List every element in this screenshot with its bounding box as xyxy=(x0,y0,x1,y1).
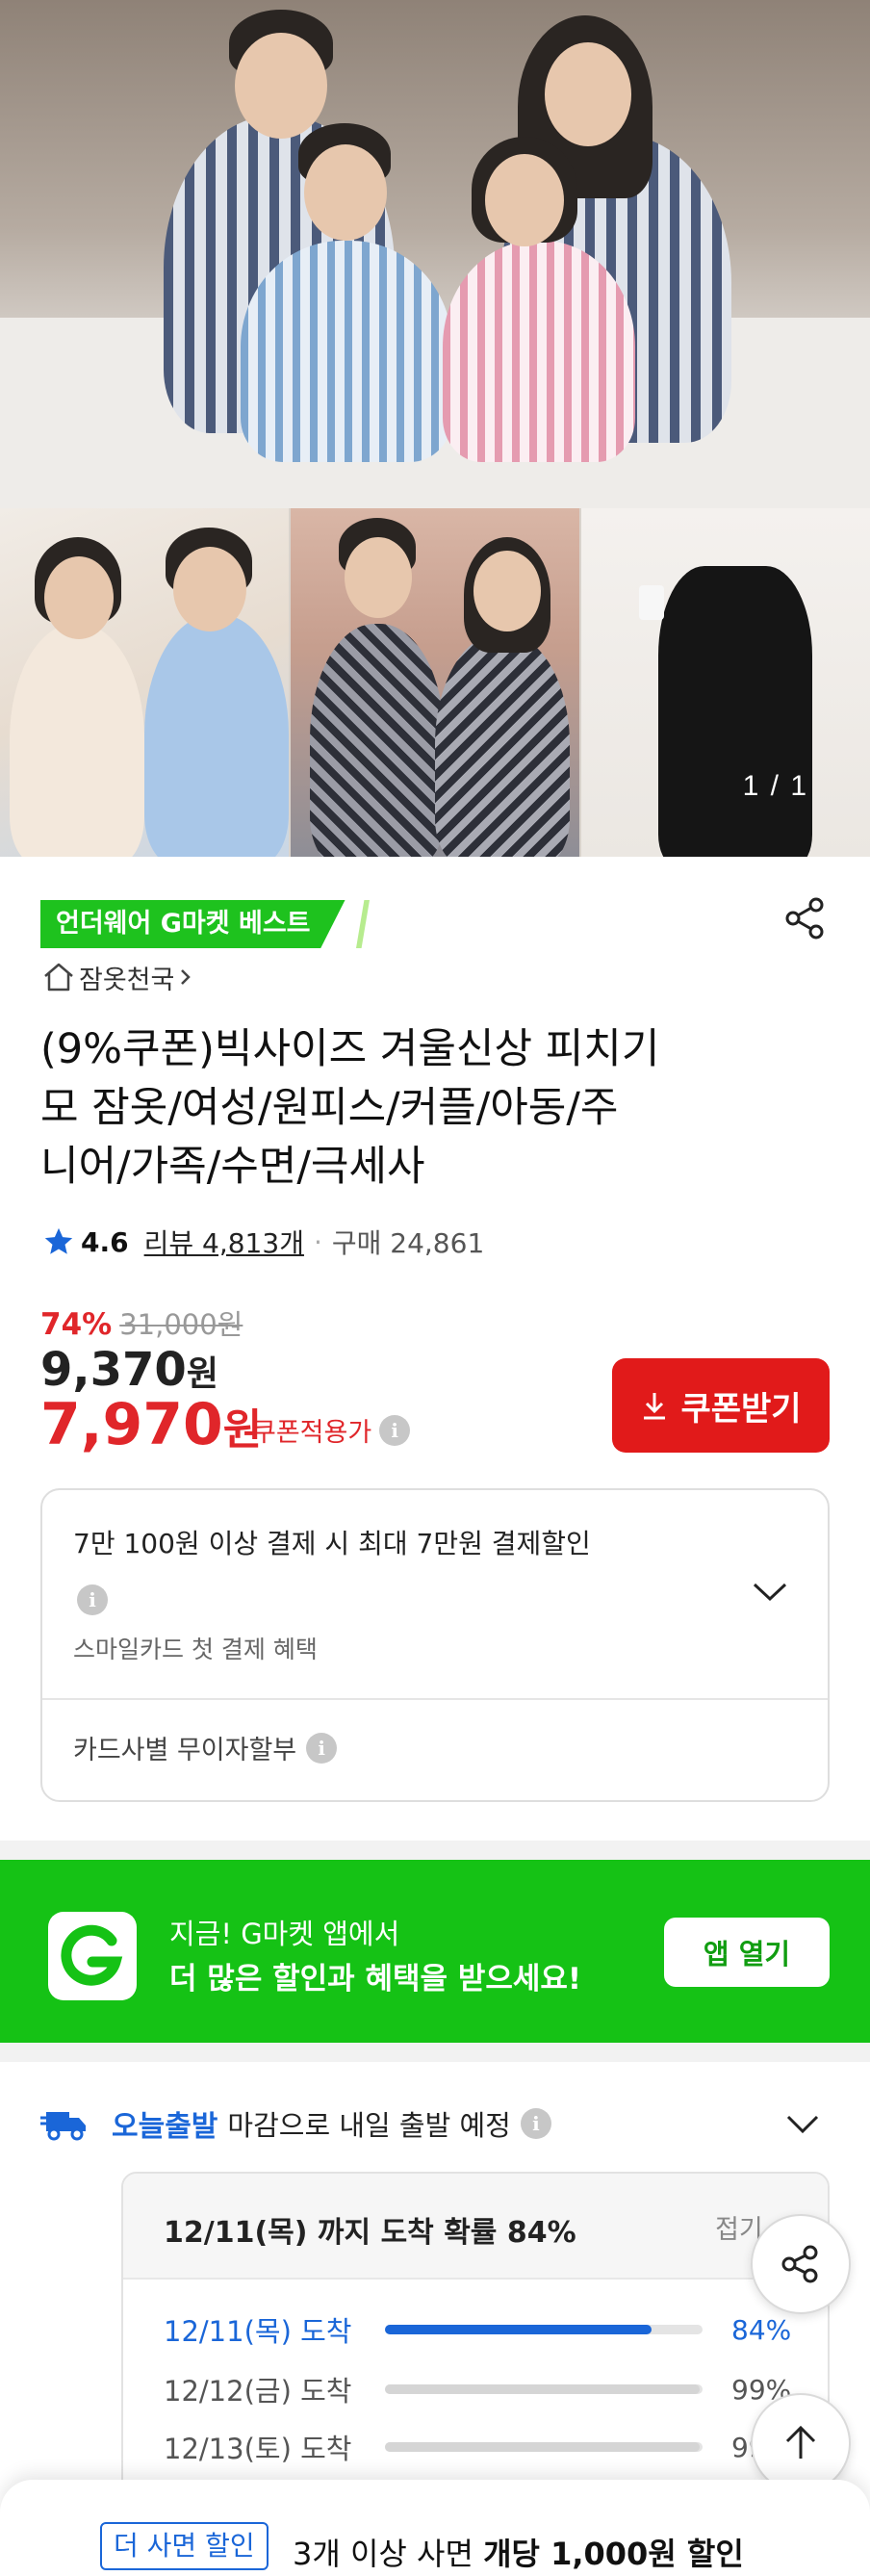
chevron-down-icon[interactable] xyxy=(785,2114,820,2135)
black-dress-photo[interactable] xyxy=(581,508,870,857)
shop-name: 잠옷천국 xyxy=(79,965,175,995)
share-icon[interactable] xyxy=(781,895,828,941)
payment-discount-text: 7만 100원 이상 결제 시 최대 7만원 결제할인 xyxy=(73,1528,591,1559)
today-shipping-label: 오늘출발 xyxy=(112,2110,218,2144)
payment-discount-subtext: 스마일카드 첫 결제 혜택 xyxy=(73,1636,318,1663)
info-icon[interactable]: i xyxy=(520,2108,551,2139)
delivery-row[interactable]: 오늘출발 마감으로 내일 출발 예정 i xyxy=(40,2099,830,2149)
arrival-row: 12/11(목) 도착 84% xyxy=(164,2313,792,2349)
arrival-probability-title: 12/11(목) 까지 도착 확률 84% xyxy=(164,2216,576,2250)
shipping-deadline-text: 마감으로 내일 출발 예정 xyxy=(227,2109,511,2142)
discount-row: 74% 31,000원 xyxy=(40,1302,243,1343)
product-image-gallery[interactable]: 1 / 1 xyxy=(0,0,870,857)
couple-plaid-pajama-photo[interactable] xyxy=(291,508,579,857)
probability-bar xyxy=(385,2325,703,2334)
gallery-page-indicator: 1 / 1 xyxy=(742,770,808,802)
installment-row[interactable]: 카드사별 무이자할부 i xyxy=(73,1729,338,1766)
section-divider xyxy=(0,2043,870,2062)
kids-pajama-photo[interactable] xyxy=(0,508,289,857)
divider xyxy=(42,1698,828,1700)
bulk-discount-sheet[interactable]: 더 사면 할인 3개 이상 사면 개당 1,000원 할인 xyxy=(0,2480,870,2576)
scroll-to-top-button[interactable] xyxy=(751,2393,851,2493)
bulk-discount-text: 3개 이상 사면 개당 1,000원 할인 xyxy=(293,2536,744,2572)
arrival-row: 12/13(토) 도착 99% xyxy=(164,2428,818,2466)
get-coupon-button[interactable]: 쿠폰받기 xyxy=(612,1358,830,1453)
section-divider xyxy=(0,1841,870,1860)
reviews-link[interactable]: 리뷰 4,813개 xyxy=(144,1223,304,1261)
sale-price: 9,370원 xyxy=(40,1343,218,1397)
product-title: (9%쿠폰)빅사이즈 겨울신상 피치기 모 잠옷/여성/원피스/커플/아동/주 … xyxy=(40,1020,830,1197)
app-promo-line2: 더 많은 할인과 혜택을 받으세요! xyxy=(169,1962,582,1996)
title-line: 모 잠옷/여성/원피스/커플/아동/주 xyxy=(40,1084,619,1133)
badge-decoration xyxy=(356,900,370,948)
best-badge: 언더웨어 G마켓 베스트 xyxy=(40,900,345,948)
arrival-probability-header: 12/11(목) 까지 도착 확률 84% 접기 ⌃ xyxy=(123,2174,828,2280)
title-line: (9%쿠폰)빅사이즈 겨울신상 피치기 xyxy=(40,1025,660,1073)
app-promo-line1: 지금! G마켓 앱에서 xyxy=(169,1918,400,1950)
original-price: 31,000원 xyxy=(119,1308,243,1341)
family-pajama-photo[interactable] xyxy=(0,0,870,508)
gmarket-logo xyxy=(48,1912,137,2000)
open-app-button[interactable]: 앱 열기 xyxy=(664,1918,830,1987)
download-icon xyxy=(644,1393,666,1420)
floating-share-button[interactable] xyxy=(751,2214,851,2314)
purchase-count: 구매 24,861 xyxy=(331,1227,485,1259)
info-icon[interactable]: i xyxy=(379,1414,411,1446)
chevron-right-icon xyxy=(181,969,192,985)
info-icon[interactable]: i xyxy=(77,1584,108,1615)
chevron-down-icon[interactable] xyxy=(751,1581,789,1604)
probability-bar xyxy=(385,2384,703,2394)
share-icon xyxy=(781,2245,818,2283)
separator-dot: · xyxy=(313,1225,322,1258)
arrow-up-icon xyxy=(785,2425,816,2459)
info-icon[interactable]: i xyxy=(306,1732,338,1764)
rating-score: 4.6 xyxy=(81,1225,129,1258)
coupon-price: 7,970원 xyxy=(40,1391,263,1458)
rating-row: 4.6 리뷰 4,813개 · 구매 24,861 xyxy=(42,1221,484,1263)
coupon-price-label: 쿠폰적용가 i xyxy=(252,1411,411,1449)
star-icon xyxy=(44,1227,73,1254)
home-icon xyxy=(44,963,73,992)
bulk-discount-tag: 더 사면 할인 xyxy=(100,2522,269,2570)
discount-rate: 74% xyxy=(40,1307,113,1342)
truck-icon xyxy=(40,2112,86,2141)
payment-benefit-box: 7만 100원 이상 결제 시 최대 7만원 결제할인 i 스마일카드 첫 결제… xyxy=(40,1488,830,1802)
shop-link[interactable]: 잠옷천국 xyxy=(42,958,193,996)
app-promo-banner[interactable]: 지금! G마켓 앱에서 더 많은 할인과 혜택을 받으세요! 앱 열기 xyxy=(0,1860,870,2043)
title-line: 니어/가족/수면/극세사 xyxy=(40,1143,425,1192)
arrival-row: 12/12(금) 도착 99% xyxy=(164,2373,792,2409)
probability-bar xyxy=(385,2442,703,2452)
